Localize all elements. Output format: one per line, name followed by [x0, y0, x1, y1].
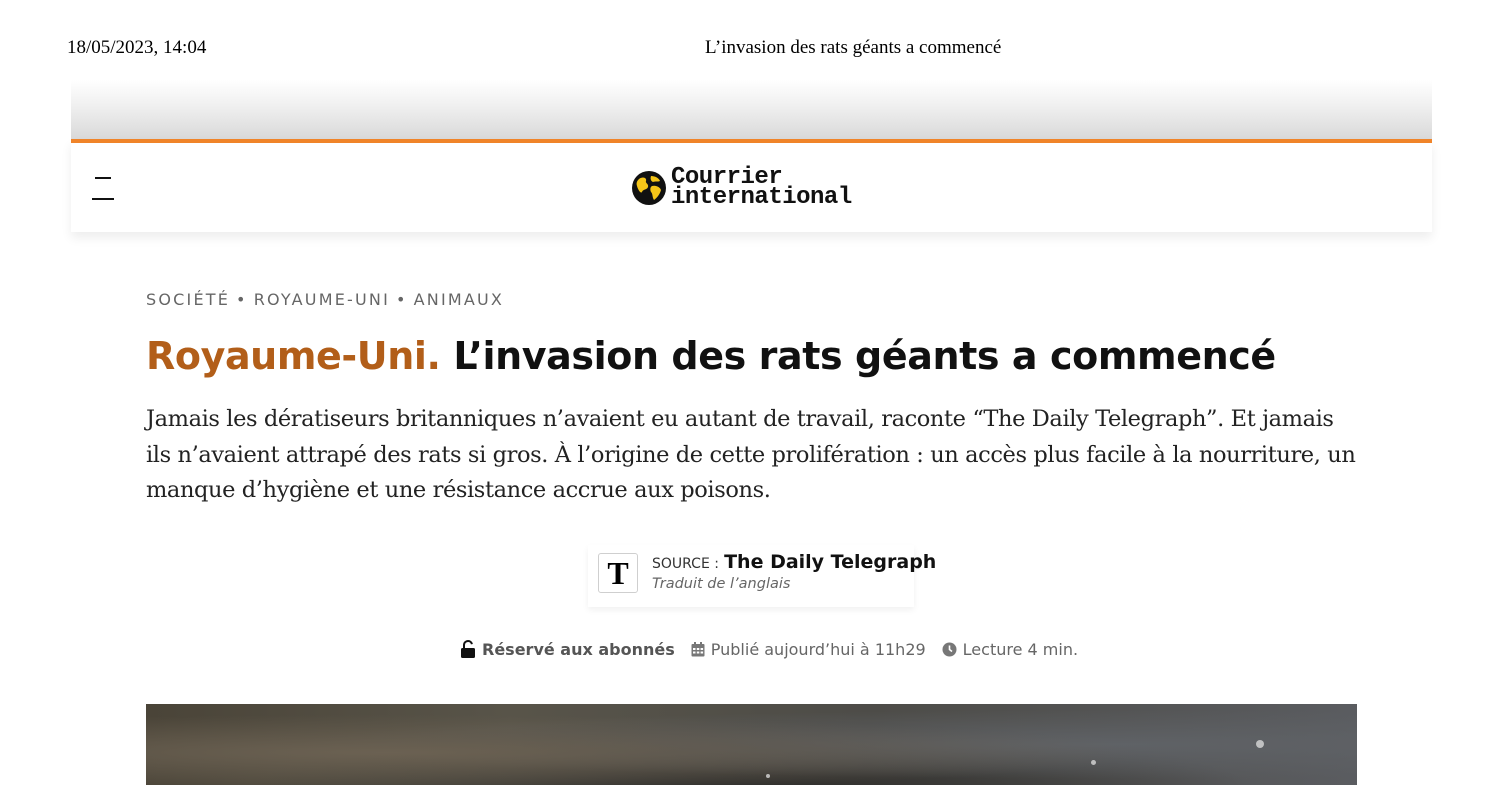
site-logo[interactable]: Courrier international [631, 165, 852, 211]
lock-icon [461, 640, 475, 658]
print-title: L’invasion des rats géants a commencé [705, 37, 1002, 58]
reading-time: Lecture 4 min. [942, 640, 1078, 659]
breadcrumb-separator: • [236, 290, 248, 309]
source-label: SOURCE : [652, 556, 719, 572]
subscribers-label: Réservé aux abonnés [482, 639, 675, 659]
breadcrumb-item-animaux[interactable]: ANIMAUX [414, 290, 504, 309]
source-translation: Traduit de l’anglais [652, 576, 791, 592]
breadcrumb-item-societe[interactable]: SOCIÉTÉ [146, 290, 230, 309]
source-line: SOURCE : The Daily Telegraph [652, 551, 936, 573]
breadcrumb: SOCIÉTÉ • ROYAUME-UNI • ANIMAUX [146, 290, 504, 309]
article-lede: Jamais les dératiseurs britanniques n’av… [146, 406, 1356, 503]
breadcrumb-item-royaume-uni[interactable]: ROYAUME-UNI [254, 290, 390, 309]
subscribers-badge: Réservé aux abonnés [460, 640, 675, 659]
article-title-text: L’invasion des rats géants a commencé [453, 334, 1276, 378]
reading-time-label: Lecture 4 min. [962, 639, 1079, 659]
article-meta: Réservé aux abonnés Publié aujourd’hui à… [460, 637, 1078, 661]
site-header: Courrier international [71, 139, 1432, 232]
breadcrumb-separator: • [396, 290, 408, 309]
article-hero-image [146, 704, 1357, 785]
published-label: Publié aujourd’hui à 11h29 [710, 639, 926, 659]
published-info: Publié aujourd’hui à 11h29 [691, 640, 926, 659]
clock-icon [942, 642, 957, 656]
header-shadow [71, 80, 1432, 139]
article-title: Royaume-Uni. L’invasion des rats géants … [146, 330, 1276, 382]
logo-line-2: international [671, 184, 852, 211]
globe-icon [632, 171, 666, 205]
calendar-icon [691, 641, 705, 656]
article-kicker: Royaume-Uni. [146, 334, 441, 378]
print-date: 18/05/2023, 14:04 [67, 37, 207, 58]
menu-icon[interactable] [92, 177, 114, 201]
telegraph-logo: T [598, 553, 638, 593]
source-box[interactable]: T SOURCE : The Daily Telegraph Traduit d… [588, 545, 936, 607]
source-name[interactable]: The Daily Telegraph [724, 551, 936, 573]
